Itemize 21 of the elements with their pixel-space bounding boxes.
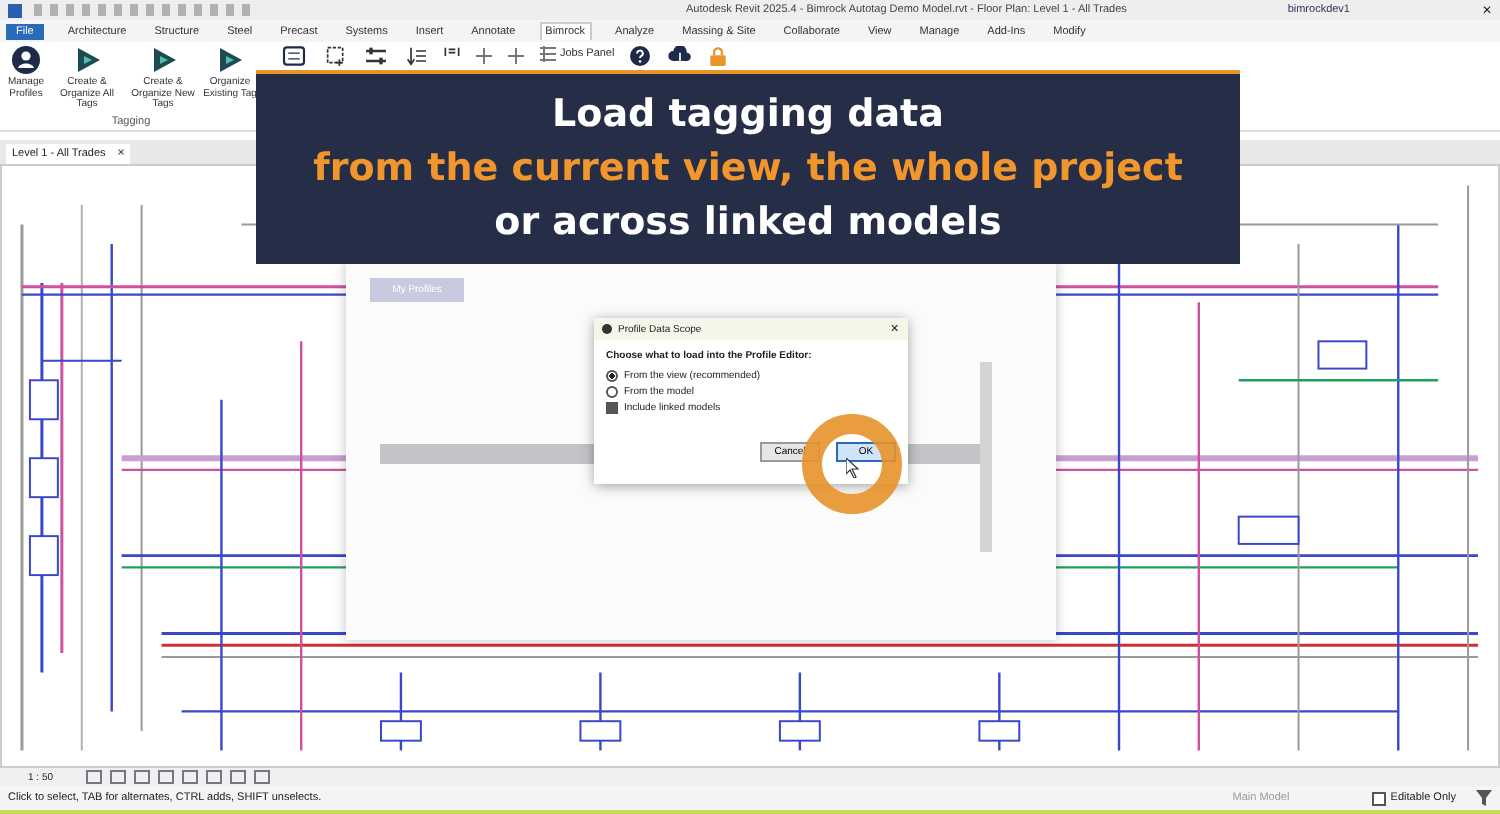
sort-icon[interactable]	[404, 46, 428, 66]
dialog-icon	[602, 324, 612, 334]
caption-line: from the current view, the whole project	[313, 144, 1183, 194]
filter-icon[interactable]	[1476, 790, 1492, 806]
add-icon[interactable]	[476, 46, 492, 66]
help-icon[interactable]	[628, 46, 653, 66]
app-icon[interactable]	[8, 3, 22, 17]
lock-icon[interactable]	[708, 46, 729, 66]
play-icon	[216, 46, 244, 74]
play-icon	[149, 46, 177, 74]
caption-line: Load tagging data	[552, 90, 944, 141]
sliders-icon[interactable]	[362, 46, 390, 66]
play-icon	[73, 46, 101, 74]
grid-icon	[540, 46, 556, 62]
caption-line: or across linked models	[494, 197, 1002, 248]
list-icon[interactable]	[278, 46, 310, 66]
select-icon[interactable]	[324, 46, 348, 66]
cloud-download-icon[interactable]	[666, 46, 695, 66]
highlight-ring	[802, 414, 902, 514]
scrollbar[interactable]	[980, 362, 992, 552]
cursor-icon	[846, 458, 860, 478]
